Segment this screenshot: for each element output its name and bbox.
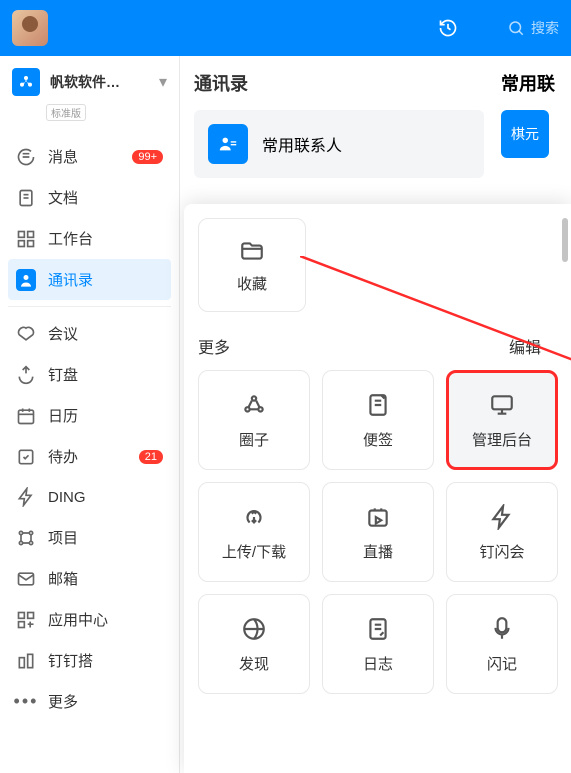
nav-label: DING (48, 489, 86, 506)
nav-item-4[interactable]: 会议 (8, 313, 171, 354)
favorites-tile[interactable]: 收藏 (198, 218, 306, 312)
tile-直播[interactable]: 直播 (322, 482, 434, 582)
nav-icon (16, 447, 36, 467)
nav-icon (16, 365, 36, 385)
nav-icon: ••• (16, 692, 36, 712)
history-icon[interactable] (437, 17, 459, 39)
nav-icon (16, 487, 36, 507)
org-icon (12, 68, 40, 96)
tile-便签[interactable]: 便签 (322, 370, 434, 470)
nav-label: 待办 (48, 446, 78, 467)
nav-list: 消息 99+ 文档工作台通讯录会议钉盘日历待办 21 DING 项目邮箱应用中心钉钉搭 ••… (8, 136, 171, 722)
tile-上传/下载[interactable]: 上传/下载 (198, 482, 310, 582)
nav-item-13[interactable]: ••• 更多 (8, 681, 171, 722)
sidebar: 帆软软件… ▾ 标准版 消息 99+ 文档工作台通讯录会议钉盘日历待办 21 DING 项… (0, 56, 180, 773)
nav-label: 钉钉搭 (48, 650, 93, 671)
nav-item-11[interactable]: 应用中心 (8, 599, 171, 640)
frequent-contacts-label: 常用联系人 (262, 132, 342, 156)
tile-label: 圈子 (239, 429, 269, 450)
nav-icon (16, 651, 36, 671)
nav-label: 消息 (48, 146, 78, 167)
folder-icon (238, 237, 266, 265)
nav-label: 文档 (48, 187, 78, 208)
contacts-icon (208, 124, 248, 164)
nav-label: 日历 (48, 405, 78, 426)
nav-label: 应用中心 (48, 609, 108, 630)
nav-label: 工作台 (48, 228, 93, 249)
org-header[interactable]: 帆软软件… ▾ (8, 66, 171, 104)
tile-圈子[interactable]: 圈子 (198, 370, 310, 470)
tile-icon (240, 391, 268, 419)
tile-label: 日志 (363, 653, 393, 674)
nav-item-2[interactable]: 工作台 (8, 218, 171, 259)
tile-icon (364, 503, 392, 531)
tiles-grid: 圈子 便签 管理后台上传/下载 直播 钉闪会发现 日志 闪记 (198, 370, 557, 694)
edit-button[interactable]: 编辑 (509, 334, 541, 358)
tile-日志[interactable]: 日志 (322, 594, 434, 694)
tile-icon (240, 615, 268, 643)
more-popup: 收藏 更多 编辑 圈子 便签 管理后台上传/下载 直播 钉闪会发现 日志 闪记 (184, 204, 571, 773)
nav-item-10[interactable]: 邮箱 (8, 558, 171, 599)
search-placeholder: 搜索 (531, 18, 559, 38)
nav-icon (16, 188, 36, 208)
user-avatar[interactable] (12, 10, 48, 46)
nav-icon (16, 324, 36, 344)
nav-label: 钉盘 (48, 364, 78, 385)
org-name: 帆软软件… (50, 72, 149, 92)
tile-label: 闪记 (487, 653, 517, 674)
nav-item-5[interactable]: 钉盘 (8, 354, 171, 395)
tile-管理后台[interactable]: 管理后台 (446, 370, 558, 470)
tile-发现[interactable]: 发现 (198, 594, 310, 694)
tile-icon (488, 503, 516, 531)
tile-label: 便签 (363, 429, 393, 450)
nav-icon (16, 270, 36, 290)
nav-label: 通讯录 (48, 269, 93, 290)
tile-label: 发现 (239, 653, 269, 674)
nav-icon (16, 528, 36, 548)
nav-icon (16, 147, 36, 167)
nav-icon (16, 610, 36, 630)
nav-item-9[interactable]: 项目 (8, 517, 171, 558)
nav-item-12[interactable]: 钉钉搭 (8, 640, 171, 681)
nav-label: 项目 (48, 527, 78, 548)
tile-闪记[interactable]: 闪记 (446, 594, 558, 694)
contact-avatar-box[interactable]: 棋元 (501, 110, 549, 158)
tile-icon (488, 615, 516, 643)
more-label: 更多 (198, 334, 230, 358)
nav-item-7[interactable]: 待办 21 (8, 436, 171, 477)
frequent-title: 常用联 (501, 70, 571, 96)
more-header: 更多 编辑 (198, 334, 557, 358)
nav-icon (16, 229, 36, 249)
tile-icon (240, 503, 268, 531)
tile-label: 直播 (363, 541, 393, 562)
nav-item-1[interactable]: 文档 (8, 177, 171, 218)
nav-icon (16, 406, 36, 426)
tile-icon (364, 391, 392, 419)
nav-item-3[interactable]: 通讯录 (8, 259, 171, 300)
tile-label: 管理后台 (472, 429, 532, 450)
nav-item-0[interactable]: 消息 99+ (8, 136, 171, 177)
search-box[interactable]: 搜索 (507, 18, 559, 38)
chevron-down-icon: ▾ (159, 72, 167, 92)
nav-item-8[interactable]: DING (8, 477, 171, 517)
tile-label: 上传/下载 (222, 541, 286, 562)
favorites-label: 收藏 (237, 273, 267, 294)
frequent-contacts-row[interactable]: 常用联系人 (194, 110, 484, 178)
tile-钉闪会[interactable]: 钉闪会 (446, 482, 558, 582)
nav-label: 会议 (48, 323, 78, 344)
right-column: 常用联 棋元 (501, 70, 571, 158)
scrollbar[interactable] (562, 218, 568, 262)
tile-label: 钉闪会 (479, 541, 524, 562)
nav-badge: 99+ (132, 150, 163, 164)
nav-label: 更多 (48, 691, 78, 712)
tile-icon (488, 391, 516, 419)
nav-icon (16, 569, 36, 589)
org-badge: 标准版 (46, 104, 86, 121)
nav-item-6[interactable]: 日历 (8, 395, 171, 436)
tile-icon (364, 615, 392, 643)
nav-badge: 21 (139, 450, 163, 464)
nav-label: 邮箱 (48, 568, 78, 589)
top-bar: 搜索 (0, 0, 571, 56)
